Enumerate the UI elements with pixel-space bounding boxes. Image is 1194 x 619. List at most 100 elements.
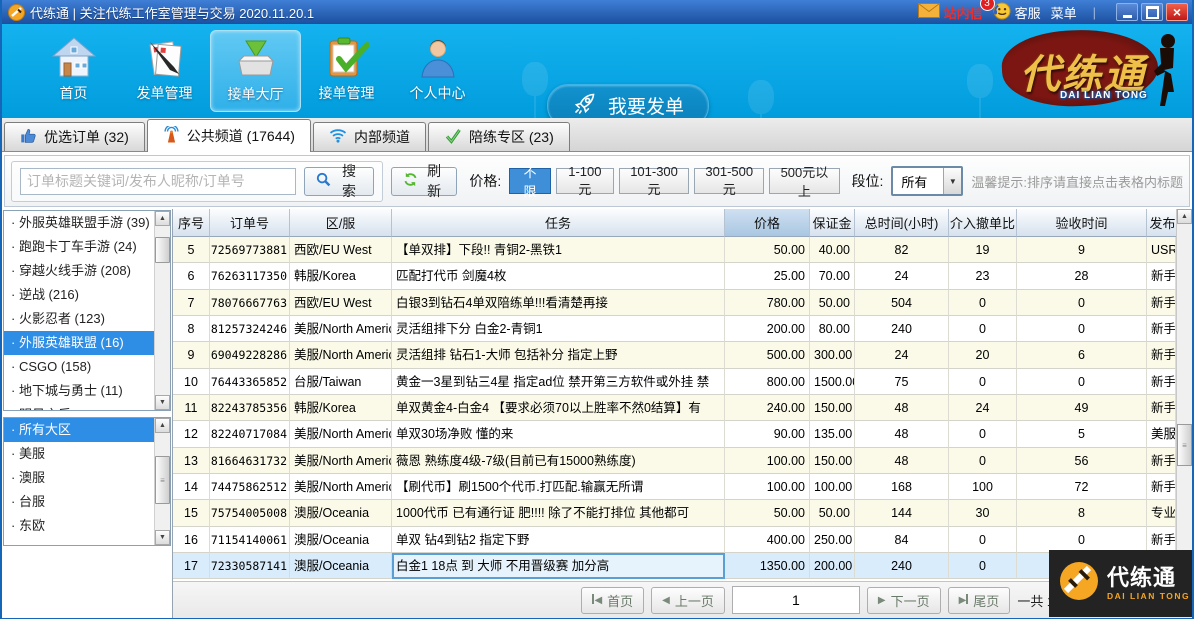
sidebar-game-item[interactable]: · 外服英雄联盟手游 (39) bbox=[4, 211, 154, 235]
table-scrollbar[interactable]: ▲ ≡ ▼ bbox=[1176, 209, 1192, 581]
table-cell-hours: 75 bbox=[855, 368, 949, 396]
refresh-button[interactable]: 刷新 bbox=[391, 163, 458, 199]
menu-button[interactable]: 菜单 bbox=[1051, 3, 1077, 22]
table-cell-accept: 49 bbox=[1017, 395, 1147, 422]
sidebar-game-item[interactable]: · 逆战 (216) bbox=[4, 283, 154, 307]
table-cell-ratio: 30 bbox=[949, 500, 1017, 527]
table-header-cell[interactable]: 保证金 bbox=[810, 209, 855, 237]
nav-item-user-center[interactable]: 个人中心 bbox=[392, 30, 483, 112]
tab-3[interactable]: 陪练专区 (23) bbox=[427, 122, 570, 151]
sidebar-game-item[interactable]: · 穿越火线手游 (208) bbox=[4, 259, 154, 283]
table-row[interactable]: 123160882240717084美服/North America单双30场净… bbox=[173, 421, 1176, 448]
table-row[interactable]: 173160872330587141澳服/Oceania白金1 18点 到 大师… bbox=[173, 553, 1176, 580]
nav-item-order-hall[interactable]: 接单大厅 bbox=[210, 30, 301, 112]
scroll-down-icon[interactable]: ▼ bbox=[155, 395, 170, 410]
scrollbar-thumb[interactable]: ≡ bbox=[1177, 424, 1192, 466]
table-cell-accept: 0 bbox=[1017, 316, 1147, 343]
price-filter-button[interactable]: 500元以上 bbox=[769, 165, 840, 199]
price-filter-button[interactable]: 301-500元 bbox=[694, 164, 765, 197]
sidebar-game-item[interactable]: · CSGO (158) bbox=[4, 355, 154, 379]
sidebar-game-item[interactable]: · 地下城与勇士 (11) bbox=[4, 379, 154, 403]
refresh-icon bbox=[403, 172, 418, 190]
sidebar-game-item[interactable]: · 明日之后 bbox=[4, 403, 154, 410]
table-header-cell[interactable]: 总时间(小时) bbox=[855, 209, 949, 237]
sidebar-region-item[interactable]: · 东欧 bbox=[4, 514, 154, 538]
table-header-cell[interactable]: 验收时间 bbox=[1017, 209, 1147, 237]
last-page-icon: ▶ bbox=[958, 594, 969, 606]
table-cell-task: 白银3到钻石4单双陪练单!!!看清楚再接 bbox=[392, 289, 725, 317]
tab-1[interactable]: 公共频道 (17644) bbox=[146, 119, 311, 152]
table-cell-accept: 28 bbox=[1017, 263, 1147, 290]
first-page-button[interactable]: ◀ 首页 bbox=[581, 586, 645, 614]
minimize-button[interactable] bbox=[1116, 3, 1138, 21]
table-row[interactable]: 53160872569773881西欧/EU West【单双排】下段!! 青铜2… bbox=[173, 237, 1176, 264]
table-row[interactable]: 143160874475862512美服/North America【刷代币】刷… bbox=[173, 474, 1176, 501]
table-row[interactable]: 113160882243785356韩服/Korea单双黄金4-白金4 【要求必… bbox=[173, 395, 1176, 422]
wifi-icon bbox=[329, 128, 347, 146]
sidebar-region-item[interactable]: · 美服 bbox=[4, 442, 154, 466]
search-button[interactable]: 搜索 bbox=[304, 163, 374, 199]
nav-item-accept-manage[interactable]: 接单管理 bbox=[301, 30, 392, 112]
table-row[interactable]: 73160878076667763西欧/EU West白银3到钻石4单双陪练单!… bbox=[173, 289, 1176, 317]
price-filter-button[interactable]: 1-100元 bbox=[555, 164, 614, 197]
maximize-button[interactable] bbox=[1141, 3, 1163, 21]
region-list-scrollbar[interactable]: ▲ ≡ ▼ bbox=[154, 418, 170, 545]
table-cell-accept: 9 bbox=[1017, 237, 1147, 264]
table-cell-ratio: 0 bbox=[949, 421, 1017, 448]
search-icon bbox=[316, 172, 331, 190]
table-header-cell[interactable]: 区/服 bbox=[290, 209, 392, 237]
price-filter-button[interactable]: 101-300元 bbox=[618, 164, 690, 197]
watermark-cn-text: 代练通 bbox=[1107, 565, 1177, 591]
table-row[interactable]: 93160869049228286美服/North America灵活组排 钻石… bbox=[173, 342, 1176, 369]
game-list-scrollbar[interactable]: ▲ ▼ bbox=[154, 211, 170, 410]
rank-dropdown[interactable]: 所有 ▼ bbox=[891, 166, 964, 196]
table-header-cell[interactable]: 订单号 bbox=[210, 209, 290, 237]
sidebar-game-item[interactable]: · 外服英雄联盟 (16) bbox=[4, 331, 154, 355]
table-row[interactable]: 103160876443365852台服/Taiwan黄金一3星到钻三4星 指定… bbox=[173, 368, 1176, 396]
tab-label: 内部频道 bbox=[353, 129, 410, 145]
scroll-up-icon[interactable]: ▲ bbox=[155, 418, 170, 433]
price-filter-button[interactable]: 不限 bbox=[509, 165, 551, 199]
table-cell-region: 美服/North America bbox=[290, 447, 392, 475]
table-cell-deposit: 50.00 bbox=[810, 289, 855, 317]
table-header-cell[interactable]: 序号 bbox=[173, 209, 210, 237]
scrollbar-thumb[interactable] bbox=[155, 237, 170, 263]
accept-manage-icon bbox=[325, 37, 370, 81]
table-row[interactable]: 133160881664631732美服/North America薇恩 熟练度… bbox=[173, 447, 1176, 475]
table-row[interactable]: 63160876263117350韩服/Korea匹配打代币 剑魔4枚25.00… bbox=[173, 263, 1176, 290]
sidebar-region-item[interactable]: · 澳服 bbox=[4, 466, 154, 490]
table-header-cell[interactable]: 价格 bbox=[725, 209, 810, 237]
scroll-up-icon[interactable]: ▲ bbox=[155, 211, 170, 226]
next-page-button[interactable]: ▶ 下一页 bbox=[866, 586, 941, 614]
sidebar-game-item[interactable]: · 火影忍者 (123) bbox=[4, 307, 154, 331]
table-cell-deposit: 1500.00 bbox=[810, 368, 855, 396]
sidebar-region-item[interactable]: · 台服 bbox=[4, 490, 154, 514]
sidebar-region-item[interactable]: · 所有大区 bbox=[4, 418, 154, 442]
inbox-button[interactable]: 站内信 3 bbox=[917, 0, 995, 22]
prev-page-button[interactable]: ◀ 上一页 bbox=[651, 586, 725, 614]
nav-item-home[interactable]: 首页 bbox=[28, 30, 119, 112]
table-row[interactable]: 163160871154140061澳服/Oceania单双 钻4到钻2 指定下… bbox=[173, 526, 1176, 554]
brand-en-text: DAI LIAN TONG bbox=[1060, 90, 1148, 101]
table-header-cell[interactable]: 任务 bbox=[392, 209, 725, 237]
nav-item-send-manage[interactable]: 发单管理 bbox=[119, 30, 210, 112]
table-row[interactable]: 153160875754005008澳服/Oceania1000代币 已有通行证… bbox=[173, 500, 1176, 527]
close-button[interactable]: × bbox=[1166, 3, 1188, 21]
table-cell-order: 3160881257324246 bbox=[210, 316, 290, 343]
post-order-button[interactable]: 我要发单 bbox=[547, 84, 709, 118]
last-page-button[interactable]: ▶ 尾页 bbox=[947, 586, 1011, 614]
scroll-down-icon[interactable]: ▼ bbox=[155, 530, 170, 545]
sidebar-game-item[interactable]: · 跑跑卡丁车手游 (24) bbox=[4, 235, 154, 259]
tab-0[interactable]: 优选订单 (32) bbox=[4, 122, 145, 151]
tab-2[interactable]: 内部频道 bbox=[312, 122, 426, 151]
table-cell-ratio: 0 bbox=[949, 553, 1017, 580]
scrollbar-thumb[interactable]: ≡ bbox=[155, 456, 170, 504]
table-cell-price: 500.00 bbox=[725, 342, 810, 369]
customer-service-button[interactable]: 客服 bbox=[993, 2, 1041, 23]
table-cell-order: 3160871154140061 bbox=[210, 526, 290, 554]
table-header-cell[interactable]: 介入撤单比 bbox=[949, 209, 1017, 237]
page-number-input[interactable] bbox=[731, 586, 860, 614]
search-input[interactable] bbox=[20, 167, 297, 195]
table-row[interactable]: 83160881257324246美服/North America灵活组排下分 … bbox=[173, 316, 1176, 343]
scroll-up-icon[interactable]: ▲ bbox=[1177, 209, 1192, 224]
